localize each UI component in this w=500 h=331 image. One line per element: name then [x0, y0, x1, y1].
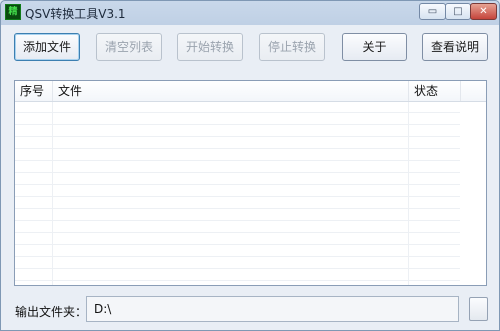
close-icon: ✕	[479, 6, 488, 17]
column-file[interactable]: 文件	[53, 81, 409, 101]
output-folder-label: 输出文件夹：	[15, 305, 88, 319]
column-spacer	[461, 81, 486, 101]
list-header: 序号 文件 状态	[15, 81, 486, 102]
file-list[interactable]: 序号 文件 状态	[14, 80, 487, 286]
clear-list-button[interactable]: 清空列表	[96, 33, 162, 61]
browse-folder-button[interactable]	[469, 297, 488, 321]
stop-convert-button[interactable]: 停止转换	[259, 33, 325, 61]
maximize-button[interactable]: □	[445, 3, 471, 20]
minimize-icon: ▭	[427, 6, 438, 17]
minimize-button[interactable]: ▭	[419, 3, 446, 20]
main-window: 精 QSV转换工具V3.1 ▭ □ ✕ 添加文件 清空列表 开始转换 停止转换 …	[0, 0, 500, 331]
column-status[interactable]: 状态	[409, 81, 461, 101]
window-title: QSV转换工具V3.1	[25, 7, 126, 21]
list-grid	[15, 101, 460, 285]
app-icon: 精	[5, 4, 21, 20]
start-convert-button[interactable]: 开始转换	[177, 33, 243, 61]
column-index[interactable]: 序号	[15, 81, 53, 101]
close-button[interactable]: ✕	[470, 3, 497, 20]
output-folder-field[interactable]: D:\	[86, 296, 459, 322]
about-button[interactable]: 关于	[342, 33, 407, 61]
add-file-button[interactable]: 添加文件	[14, 33, 80, 61]
view-help-button[interactable]: 查看说明	[422, 33, 488, 61]
title-bar[interactable]: 精 QSV转换工具V3.1 ▭ □ ✕	[1, 1, 499, 25]
maximize-icon: □	[453, 6, 463, 17]
